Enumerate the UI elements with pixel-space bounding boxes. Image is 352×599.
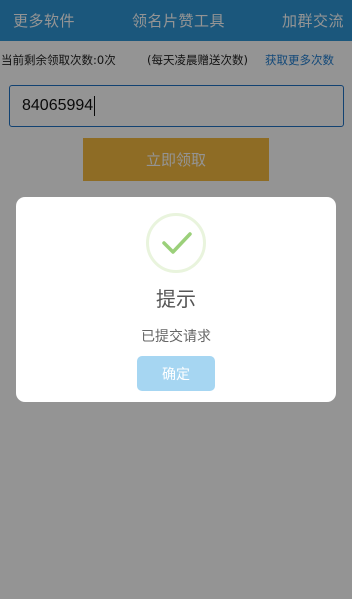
checkmark-icon <box>162 232 192 254</box>
dialog-message: 已提交请求 <box>141 329 211 345</box>
confirm-button[interactable]: 确定 <box>137 356 215 391</box>
alert-dialog: 提示 已提交请求 确定 <box>16 197 336 402</box>
success-icon <box>146 213 206 273</box>
dialog-title: 提示 <box>156 287 196 311</box>
